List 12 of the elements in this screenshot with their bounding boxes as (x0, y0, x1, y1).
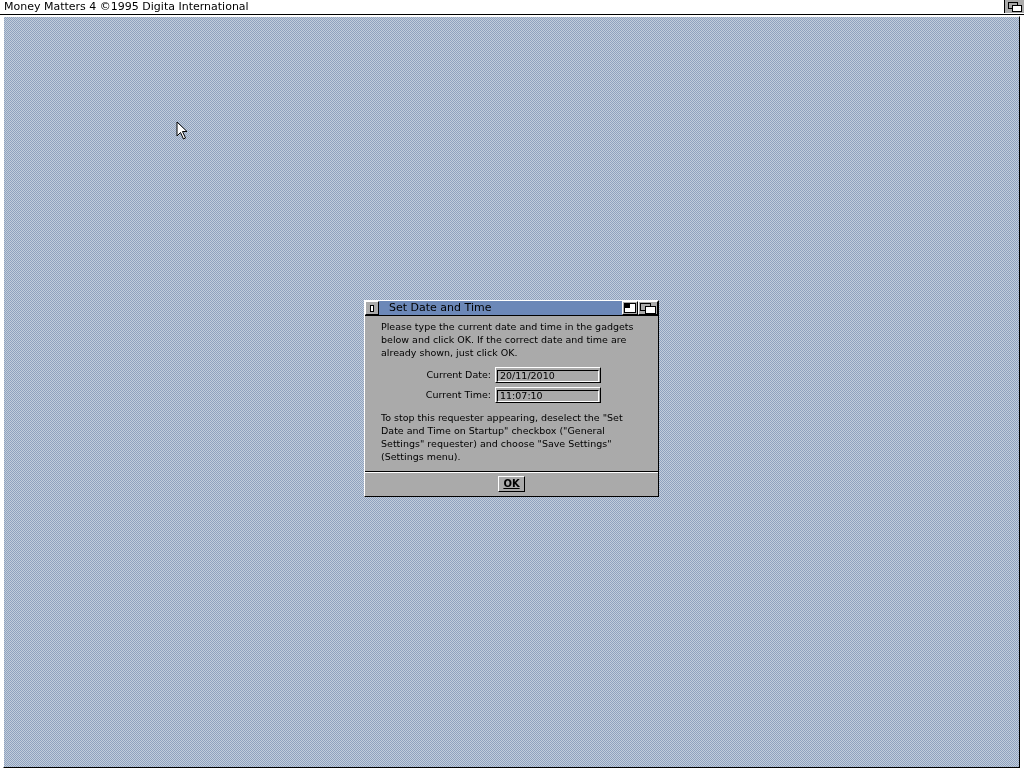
depth-gadget-icon[interactable] (1004, 0, 1024, 13)
ok-button[interactable]: OK (498, 476, 525, 492)
close-icon[interactable] (365, 301, 379, 315)
intro-text: Please type the current date and time in the gadgets below and click OK. If the correct date and time are already shown, just click OK. (381, 320, 635, 359)
text-field[interactable]: 11:07:10 (495, 387, 601, 403)
note-text: To stop this requester appearing, deselect the "Set Date and Time on Startup" checkbox ("General Settings" requester) and choose "Save Settings" (Settings menu). (381, 411, 624, 463)
field-label: Current Time: (424, 387, 491, 402)
window-title: Set Date and Time (388, 301, 493, 315)
zoom-icon[interactable] (622, 301, 638, 315)
field-label: Current Date: (425, 367, 491, 382)
text-field[interactable]: 20/11/2010 (495, 367, 601, 383)
screen-title: Money Matters 4 ©1995 Digita International (4, 0, 249, 14)
